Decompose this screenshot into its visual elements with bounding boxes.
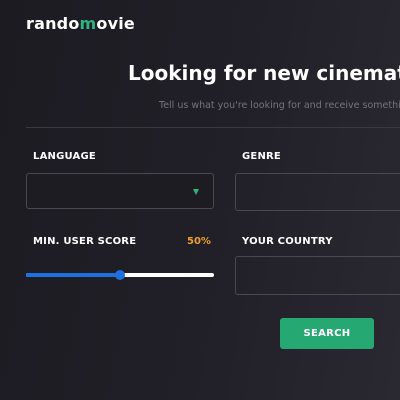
min-user-score-slider[interactable] — [26, 270, 214, 280]
logo[interactable]: randomovie — [26, 14, 135, 33]
country-label: YOUR COUNTRY — [242, 236, 333, 247]
hero-title: Looking for new cinematic — [128, 61, 400, 85]
page: randomovie Looking for new cinematic Tel… — [0, 0, 400, 400]
search-button[interactable]: SEARCH — [280, 318, 374, 349]
slider-fill — [26, 273, 120, 277]
min-user-score-value: 50% — [187, 236, 211, 247]
slider-thumb[interactable] — [115, 270, 125, 280]
language-select[interactable] — [26, 173, 214, 209]
divider — [26, 127, 400, 128]
chevron-down-icon — [193, 189, 199, 195]
hero-subtitle: Tell us what you're looking for and rece… — [159, 100, 400, 111]
min-user-score-label: MIN. USER SCORE — [33, 236, 137, 247]
genre-select[interactable] — [235, 173, 400, 211]
genre-label: GENRE — [242, 151, 281, 162]
language-label: LANGUAGE — [33, 151, 96, 162]
logo-accent: m — [79, 14, 97, 33]
logo-suffix: ovie — [96, 14, 135, 33]
country-select[interactable] — [235, 256, 400, 295]
logo-prefix: rando — [26, 14, 80, 33]
